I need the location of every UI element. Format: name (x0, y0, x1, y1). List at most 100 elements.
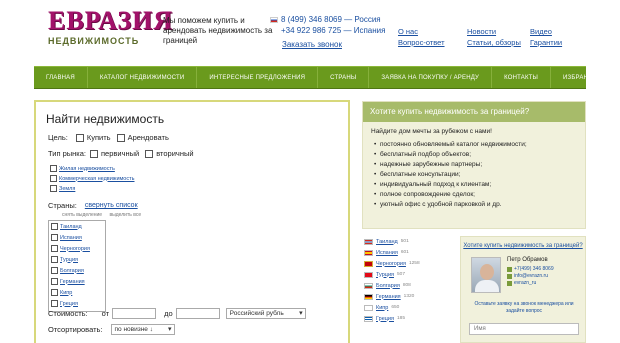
agent-skype-text[interactable]: evrazn_ru (514, 280, 536, 287)
price-from-input[interactable] (112, 308, 157, 319)
price-to-input[interactable] (175, 308, 220, 319)
country-checkbox[interactable] (51, 289, 58, 296)
country-checkbox[interactable] (51, 223, 58, 230)
country-link-name[interactable]: Испания (376, 250, 398, 256)
country-link-item[interactable]: Болгария 808 (364, 280, 454, 291)
goal-buy-checkbox[interactable] (75, 133, 84, 142)
country-link-item[interactable]: Турция 507 (364, 269, 454, 280)
promo-item: постоянно обновляемый каталог недвижимос… (374, 140, 577, 150)
skype-icon (507, 281, 512, 286)
property-residential-checkbox[interactable] (50, 165, 57, 172)
property-type-residential[interactable]: Жилая недвижимость (50, 165, 115, 172)
country-option[interactable]: Черногория (49, 243, 105, 254)
country-link-item[interactable]: Испания 601 (364, 247, 454, 258)
link-guarantees[interactable]: Гарантии (530, 37, 562, 48)
property-commercial-checkbox[interactable] (50, 175, 57, 182)
countries-row: Страны: свернуть список (48, 201, 138, 210)
country-link-name[interactable]: Черногория (376, 261, 406, 267)
collapse-countries-link[interactable]: свернуть список (85, 202, 138, 209)
agent-skype[interactable]: evrazn_ru (507, 280, 554, 287)
link-about[interactable]: О нас (398, 26, 445, 37)
property-land-checkbox[interactable] (50, 185, 57, 192)
remove-selection-link[interactable]: снять выделение (62, 212, 102, 218)
market-primary-checkbox[interactable] (90, 149, 98, 158)
agent-email[interactable]: info@evrazn.ru (507, 273, 554, 280)
price-row: Стоимость: от до Российский рубль (48, 308, 306, 319)
market-primary-label: первичный (101, 149, 140, 158)
link-video[interactable]: Видео (530, 26, 562, 37)
flag-germany-icon (364, 293, 373, 300)
sort-select[interactable]: по новизне ↓ (110, 324, 175, 335)
link-faq[interactable]: Вопрос-ответ (398, 37, 445, 48)
goal-rent-checkbox[interactable] (116, 133, 125, 142)
country-link-count: 601 (400, 250, 409, 255)
country-option[interactable]: Болгария (49, 265, 105, 276)
country-checkbox[interactable] (51, 234, 58, 241)
country-link-item[interactable]: Греция 185 (364, 313, 454, 324)
nav-favorites[interactable]: Избранное (551, 67, 614, 88)
phone-russia: 8 (499) 346 8069 — Россия (270, 14, 385, 25)
phone-russia-text: 8 (499) 346 8069 — Россия (281, 15, 381, 24)
promo-item: индивидуальный подход к клиентам; (374, 180, 577, 190)
country-checkbox[interactable] (51, 300, 58, 307)
promo-sub: Найдите дом мечты за рубежом с нами! (371, 128, 492, 135)
country-option-label: Болгария (60, 267, 84, 274)
country-checkbox[interactable] (51, 278, 58, 285)
country-link-name[interactable]: Болгария (376, 283, 400, 289)
nav-home[interactable]: Главная (34, 67, 88, 88)
phones-block: 8 (499) 346 8069 — Россия +34 922 986 72… (270, 14, 385, 36)
promo-item: полное сопровождение сделок; (374, 190, 577, 200)
nav-contacts[interactable]: Контакты (492, 67, 552, 88)
property-commercial-label: Коммерческая недвижимость (59, 175, 135, 182)
link-news[interactable]: Новости (467, 26, 521, 37)
country-option[interactable]: Германия (49, 276, 105, 287)
nav-catalog[interactable]: Каталог недвижимости (88, 67, 198, 88)
country-checkbox[interactable] (51, 256, 58, 263)
property-type-land[interactable]: Земля (50, 185, 75, 192)
country-link-name[interactable]: Германия (376, 294, 401, 300)
phone-spain-text: +34 922 986 725 — Испания (281, 26, 386, 35)
country-option-label: Греция (60, 300, 78, 307)
country-option-label: Германия (60, 278, 85, 285)
country-option[interactable]: Испания (49, 232, 105, 243)
country-option[interactable]: Турция (49, 254, 105, 265)
price-from-label: от (101, 309, 110, 318)
country-option[interactable]: Таиланд (49, 221, 105, 232)
countries-listbox[interactable]: Таиланд Испания Черногория Турция Болгар… (48, 220, 106, 312)
country-checkbox[interactable] (51, 245, 58, 252)
property-type-commercial[interactable]: Коммерческая недвижимость (50, 175, 135, 182)
link-articles[interactable]: Статьи, обзоры (467, 37, 521, 48)
country-link-count: 185 (397, 316, 406, 321)
country-link-item[interactable]: Черногория 1258 (364, 258, 454, 269)
country-link-item[interactable]: Таиланд 501 (364, 236, 454, 247)
nav-offers[interactable]: Интересные предложения (197, 67, 319, 88)
agent-info: Петр Обрамов +7(499) 346 8069 info@evraz… (507, 257, 554, 287)
promo-item: бесплатные консультации; (374, 170, 577, 180)
country-link-name[interactable]: Таиланд (376, 239, 398, 245)
flag-russia-icon (270, 16, 278, 23)
country-link-item[interactable]: Германия 1320 (364, 291, 454, 302)
name-input[interactable]: Имя (469, 323, 579, 335)
country-option[interactable]: Кипр (49, 287, 105, 298)
currency-select[interactable]: Российский рубль (225, 308, 306, 319)
agent-phone-text: +7(499) 346 8069 (514, 266, 554, 272)
country-checkbox[interactable] (51, 267, 58, 274)
nav-request[interactable]: Заявка на покупку / аренду (369, 67, 493, 88)
property-land-label: Земля (59, 185, 76, 192)
agent-phone: +7(499) 346 8069 (507, 266, 554, 273)
agent-email-text[interactable]: info@evrazn.ru (514, 273, 548, 280)
nav-countries[interactable]: Страны (318, 67, 370, 88)
country-link-name[interactable]: Кипр (376, 305, 388, 311)
country-option-label: Турция (60, 256, 78, 263)
logo-main-text: ЕВРАЗИЯ (48, 6, 174, 35)
country-link-item[interactable]: Кипр 650 (364, 302, 454, 313)
email-icon (507, 274, 512, 279)
market-label: Тип рынка: (48, 149, 86, 158)
select-all-link[interactable]: выделить все (109, 212, 141, 218)
country-link-name[interactable]: Греция (376, 316, 394, 322)
ask-head-link[interactable]: Хотите купить недвижимость за границей? (461, 237, 585, 250)
order-call-link[interactable]: Заказать звонок (282, 40, 342, 49)
country-link-name[interactable]: Турция (376, 272, 394, 278)
site-logo[interactable]: ЕВРАЗИЯ НЕДВИЖИМОСТЬ (48, 6, 174, 47)
market-secondary-checkbox[interactable] (145, 149, 154, 158)
